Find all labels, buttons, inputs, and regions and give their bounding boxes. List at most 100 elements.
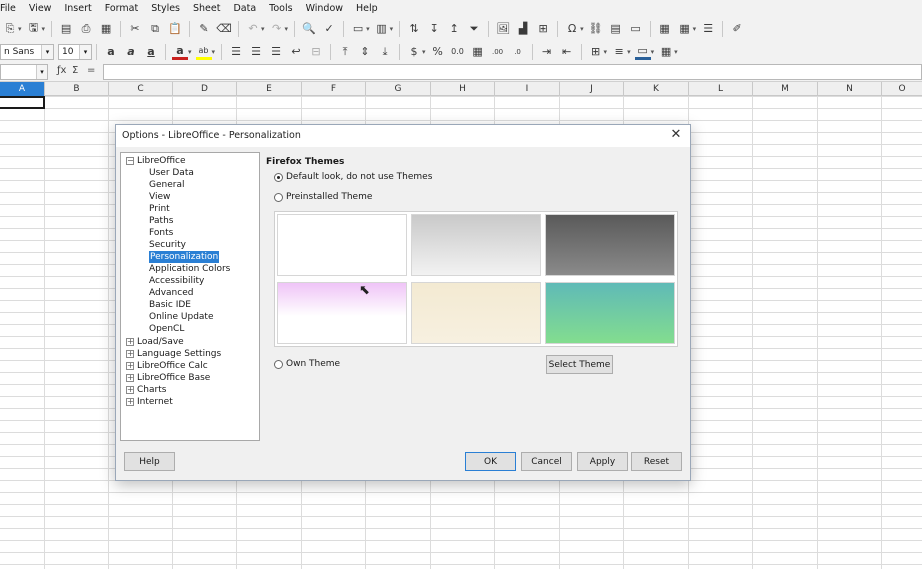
- dialog-titlebar[interactable]: Options - LibreOffice - Personalization …: [116, 125, 690, 147]
- align-left-icon[interactable]: ☰: [228, 44, 244, 60]
- cut-icon[interactable]: ✂: [127, 21, 143, 37]
- theme-swatch-beige[interactable]: [411, 282, 541, 344]
- font-name-box[interactable]: n Sans ▾: [0, 43, 54, 60]
- border-style-dropdown-arrow[interactable]: ▾: [627, 48, 631, 56]
- clone-formatting-icon[interactable]: ✎: [196, 21, 212, 37]
- new-document-icon[interactable]: ⎘: [2, 21, 18, 37]
- pivot-table-icon[interactable]: ⊞: [535, 21, 551, 37]
- align-bottom-icon[interactable]: ⤓: [377, 44, 393, 60]
- column-header-i[interactable]: I: [495, 82, 560, 96]
- center-vertically-icon[interactable]: ⇕: [357, 44, 373, 60]
- print-icon[interactable]: ⎙: [78, 21, 94, 37]
- tree-item-view[interactable]: View: [149, 191, 170, 203]
- theme-swatch-white[interactable]: [277, 214, 407, 276]
- add-decimal-icon[interactable]: .00: [490, 44, 506, 60]
- tree-item-general[interactable]: General: [149, 179, 184, 191]
- column-header-b[interactable]: B: [45, 82, 109, 96]
- column-header-e[interactable]: E: [237, 82, 302, 96]
- tree-item-language-settings[interactable]: Language Settings: [137, 348, 221, 360]
- name-box[interactable]: ▾: [0, 64, 48, 80]
- spelling-icon[interactable]: ✓: [321, 21, 337, 37]
- borders-icon[interactable]: ⊞: [588, 44, 604, 60]
- tree-item-internet[interactable]: Internet: [137, 396, 173, 408]
- options-tree[interactable]: − LibreOffice User Data General View Pri…: [120, 152, 260, 441]
- redo-icon[interactable]: ↷: [269, 21, 285, 37]
- highlight-color-icon[interactable]: ab: [195, 44, 212, 60]
- menu-insert[interactable]: Insert: [64, 3, 91, 14]
- freeze-dropdown-arrow[interactable]: ▾: [693, 25, 697, 33]
- ok-button[interactable]: OK: [465, 452, 516, 471]
- underline-icon[interactable]: a: [143, 44, 159, 60]
- tree-item-basic-ide[interactable]: Basic IDE: [149, 299, 191, 311]
- reset-button[interactable]: Reset: [631, 452, 682, 471]
- tree-item-load-save[interactable]: Load/Save: [137, 336, 184, 348]
- percent-format-icon[interactable]: %: [430, 44, 446, 60]
- expand-icon[interactable]: +: [126, 338, 134, 346]
- tree-item-accessibility[interactable]: Accessibility: [149, 275, 204, 287]
- menu-sheet[interactable]: Sheet: [193, 3, 220, 14]
- redo-dropdown-arrow[interactable]: ▾: [285, 25, 289, 33]
- decrease-indent-icon[interactable]: ⇤: [559, 44, 575, 60]
- align-right-icon[interactable]: ☰: [268, 44, 284, 60]
- paste-icon[interactable]: 📋: [167, 21, 183, 37]
- font-color-dropdown-arrow[interactable]: ▾: [188, 48, 192, 56]
- own-theme-radio[interactable]: Own Theme: [274, 359, 340, 369]
- comment-icon[interactable]: ▤: [608, 21, 624, 37]
- tree-item-user-data[interactable]: User Data: [149, 167, 194, 179]
- copy-icon[interactable]: ⧉: [147, 21, 163, 37]
- special-character-icon[interactable]: Ω: [564, 21, 580, 37]
- column-dropdown-arrow[interactable]: ▾: [390, 25, 394, 33]
- theme-swatch-dark-gray[interactable]: [545, 214, 675, 276]
- show-draw-functions-icon[interactable]: ✐: [729, 21, 745, 37]
- borders-dropdown-arrow[interactable]: ▾: [604, 48, 608, 56]
- expand-icon[interactable]: +: [126, 386, 134, 394]
- chevron-down-icon[interactable]: ▾: [41, 44, 53, 59]
- number-format-icon[interactable]: 0.0: [450, 44, 466, 60]
- tree-item-application-colors[interactable]: Application Colors: [149, 263, 230, 275]
- italic-icon[interactable]: a: [123, 44, 139, 60]
- tree-item-opencl[interactable]: OpenCL: [149, 323, 184, 335]
- align-top-icon[interactable]: ⤒: [337, 44, 353, 60]
- column-header-l[interactable]: L: [689, 82, 753, 96]
- date-format-icon[interactable]: ▦: [470, 44, 486, 60]
- tree-item-charts[interactable]: Charts: [137, 384, 166, 396]
- hyperlink-icon[interactable]: ⛓: [588, 21, 604, 37]
- expand-icon[interactable]: +: [126, 398, 134, 406]
- split-window-icon[interactable]: ☰: [700, 21, 716, 37]
- column-header-o[interactable]: O: [882, 82, 922, 96]
- expand-icon[interactable]: +: [126, 374, 134, 382]
- save-dropdown-arrow[interactable]: ▾: [42, 25, 46, 33]
- column-header-n[interactable]: N: [818, 82, 882, 96]
- merge-center-icon[interactable]: ⊟: [308, 44, 324, 60]
- print-preview-icon[interactable]: ▦: [98, 21, 114, 37]
- cancel-button[interactable]: Cancel: [521, 452, 572, 471]
- menu-format[interactable]: Format: [105, 3, 138, 14]
- preinstalled-theme-radio[interactable]: Preinstalled Theme: [274, 192, 372, 202]
- increase-indent-icon[interactable]: ⇥: [539, 44, 555, 60]
- apply-button[interactable]: Apply: [577, 452, 628, 471]
- delete-decimal-icon[interactable]: .0: [510, 44, 526, 60]
- clear-formatting-icon[interactable]: ⌫: [216, 21, 232, 37]
- column-header-f[interactable]: F: [302, 82, 366, 96]
- tree-item-libreoffice-base[interactable]: LibreOffice Base: [137, 372, 210, 384]
- function-wizard-icon[interactable]: ƒx: [57, 65, 66, 76]
- expand-icon[interactable]: +: [126, 350, 134, 358]
- border-color-dropdown-arrow[interactable]: ▾: [651, 48, 655, 56]
- font-color-icon[interactable]: a: [172, 44, 188, 60]
- tree-item-personalization[interactable]: Personalization: [149, 251, 220, 263]
- wrap-text-icon[interactable]: ↩: [288, 44, 304, 60]
- headers-footers-icon[interactable]: ▭: [628, 21, 644, 37]
- menu-file[interactable]: File: [0, 3, 16, 14]
- row-icon[interactable]: ▭: [350, 21, 366, 37]
- column-header-m[interactable]: M: [753, 82, 818, 96]
- sort-ascending-icon[interactable]: ↧: [426, 21, 442, 37]
- tree-item-fonts[interactable]: Fonts: [149, 227, 173, 239]
- close-icon[interactable]: ✕: [668, 127, 684, 143]
- conditional-format-icon[interactable]: ▦: [658, 44, 674, 60]
- conditional-dropdown-arrow[interactable]: ▾: [674, 48, 678, 56]
- border-color-icon[interactable]: ▭: [634, 44, 651, 60]
- column-header-g[interactable]: G: [366, 82, 431, 96]
- sort-icon[interactable]: ⇅: [406, 21, 422, 37]
- theme-swatch-silver[interactable]: [411, 214, 541, 276]
- currency-format-icon[interactable]: $: [406, 44, 422, 60]
